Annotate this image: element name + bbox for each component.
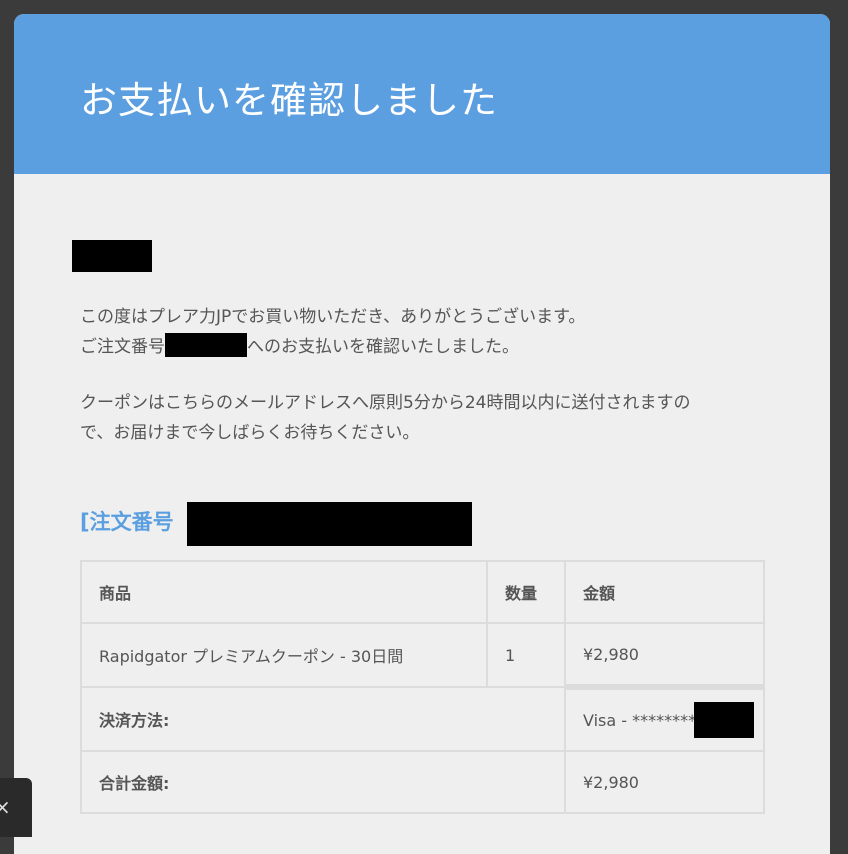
total-label: 合計金額: [80, 750, 566, 814]
redacted-order-heading-number [187, 502, 472, 546]
redacted-customer-name [72, 240, 152, 272]
page-title: お支払いを確認しました [80, 79, 498, 122]
payment-method-label: 決済方法: [80, 686, 566, 752]
table-row: Rapidgator プレミアムクーポン - 30日間 1 ¥2,980 [80, 622, 765, 688]
column-header-quantity: 数量 [486, 560, 566, 624]
coupon-notice-line1: クーポンはこちらのメールアドレスへ原則5分から24時間以内に送付されますの [80, 393, 691, 413]
payment-method-cell: Visa - ******** [564, 684, 765, 752]
payment-method-row: 決済方法: Visa - ******** [80, 684, 765, 752]
table-header-row: 商品 数量 金額 [80, 560, 765, 624]
total-value: ¥2,980 [564, 750, 765, 814]
column-header-product: 商品 [80, 560, 488, 624]
column-header-amount: 金額 [564, 560, 765, 624]
item-quantity: 1 [486, 622, 566, 688]
coupon-notice-line2: で、お届けまで今しばらくお待ちください。 [80, 423, 420, 443]
email-header: お支払いを確認しました [14, 14, 830, 174]
order-confirm-suffix: へのお支払いを確認いたしました。 [247, 337, 519, 357]
payment-method-value: Visa - ******** [583, 710, 697, 730]
order-confirm-line: ご注文番号 へのお支払いを確認いたしました。 [80, 332, 519, 362]
redacted-order-number [165, 333, 247, 357]
close-icon[interactable]: × [0, 795, 11, 819]
order-number-label: ご注文番号 [80, 337, 165, 357]
side-collapse-tab[interactable]: × [0, 778, 32, 837]
thanks-line: この度はプレア力JPでお買い物いただき、ありがとうございます。 [80, 307, 586, 327]
confirmation-card: お支払いを確認しました この度はプレア力JPでお買い物いただき、ありがとうござい… [14, 14, 830, 854]
item-product: Rapidgator プレミアムクーポン - 30日間 [80, 622, 488, 688]
item-amount: ¥2,980 [564, 622, 765, 688]
redacted-card-digits [694, 702, 754, 738]
order-items-table: 商品 数量 金額 Rapidgator プレミアムクーポン - 30日間 1 ¥… [80, 560, 765, 814]
total-row: 合計金額: ¥2,980 [80, 750, 765, 814]
order-number-heading: [注文番号 [80, 510, 174, 534]
